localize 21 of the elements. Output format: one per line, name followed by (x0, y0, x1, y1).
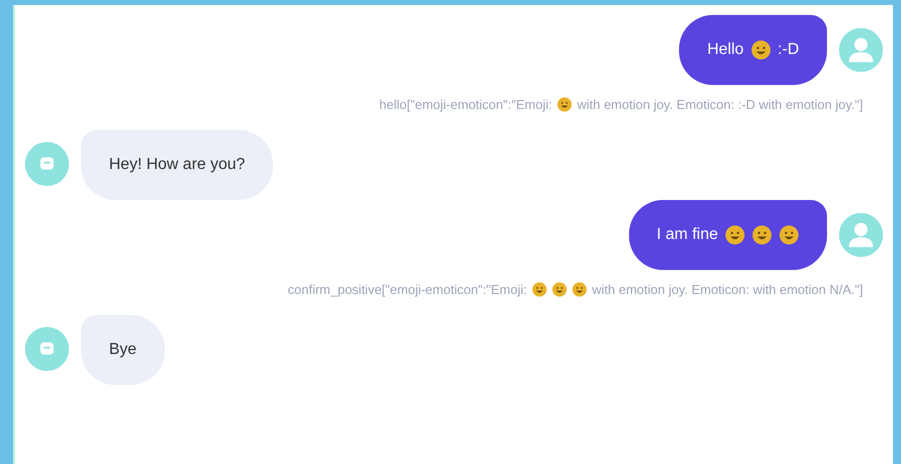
smiley-icon (725, 225, 745, 245)
message-text: I am fine (656, 226, 718, 244)
bot-avatar-icon (25, 327, 69, 371)
smiley-icon (557, 97, 572, 112)
smiley-icon (750, 40, 771, 60)
user-avatar-icon (839, 28, 883, 72)
message-text: :-D (778, 41, 799, 59)
annotation-text: with emotion joy. Emoticon: :-D with emotion joy."] (577, 97, 863, 112)
annotation-text: confirm_positive["emoji-emoticon":"Emoji: (288, 282, 528, 297)
smiley-icon (779, 225, 799, 245)
annotation-text: with emotion joy. Emoticon: with emotion N/A."] (592, 282, 863, 297)
smiley-icon (552, 282, 568, 297)
message-text: Hey! How are you? (109, 156, 246, 174)
annotation-text: hello["emoji-emoticon":"Emoji: (379, 97, 552, 112)
user-avatar-icon (839, 213, 883, 257)
smiley-icon (752, 225, 772, 245)
message-text: Hello (707, 41, 744, 59)
smiley-icon (532, 282, 548, 297)
message-text: Bye (109, 341, 137, 359)
smiley-icon (572, 282, 588, 297)
bot-avatar-icon (25, 142, 69, 186)
